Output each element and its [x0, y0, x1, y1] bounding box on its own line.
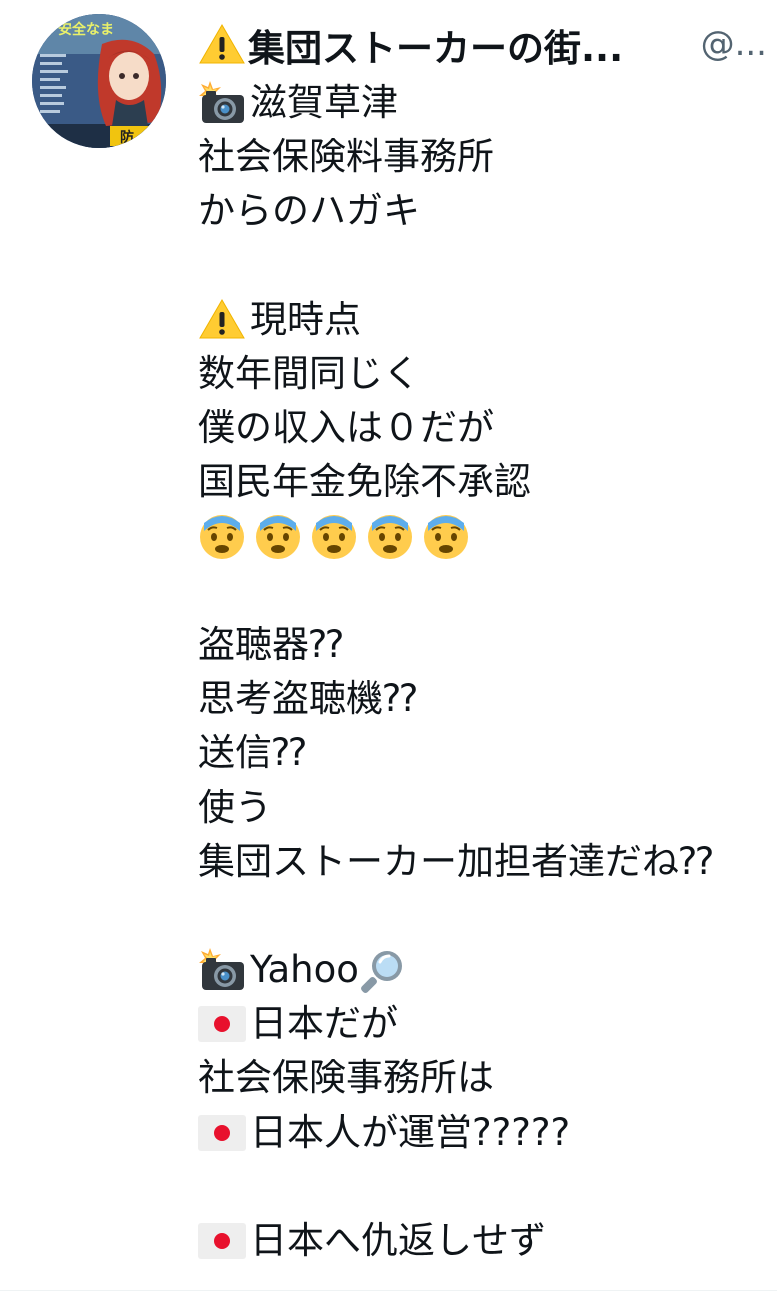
japan-flag-icon	[198, 1221, 246, 1261]
text-line: 滋賀草津	[198, 76, 773, 130]
avatar[interactable]: 安全なま 防	[32, 14, 166, 148]
text-line-content: 日本人が運営?????	[250, 1110, 571, 1154]
text-line: からのハガキ	[198, 184, 773, 238]
text-line-content: 盗聴器⁇	[198, 622, 344, 666]
text-line-content: 現時点	[250, 297, 361, 341]
tweet-text: 滋賀草津 社会保険料事務所 からのハガキ 現時点 数年間同じく 僕の収入は０だが	[198, 76, 773, 1268]
camera-flash-icon	[198, 79, 246, 127]
text-line-content: 日本だが	[250, 1002, 398, 1046]
japan-flag-icon	[198, 1113, 246, 1153]
tweet[interactable]: 安全なま 防 集団ストーカーの街... @... 滋賀草津 社会保険料事務所 か…	[0, 0, 777, 1296]
fearful-face-icon	[310, 513, 358, 561]
text-line-content: 送信⁇	[198, 731, 307, 775]
avatar-badge-text: 防	[120, 129, 134, 146]
display-name[interactable]: 集団ストーカーの街...	[198, 18, 643, 72]
text-line: 日本人が運営?????	[198, 1106, 773, 1160]
tweet-header: 集団ストーカーの街... @...	[198, 16, 773, 74]
emoji-row	[198, 510, 773, 564]
text-line: 国民年金免除不承認	[198, 455, 773, 509]
user-handle[interactable]: @...	[701, 24, 767, 64]
warning-icon	[198, 296, 246, 344]
text-line: 社会保険料事務所	[198, 130, 773, 184]
text-line: 現時点	[198, 293, 773, 347]
camera-flash-icon	[198, 946, 246, 994]
text-line-content: 数年間同じく	[198, 352, 420, 396]
text-line: 集団ストーカー加担者達だね⁇	[198, 835, 773, 889]
divider	[0, 1290, 777, 1291]
text-line-content: 社会保険料事務所	[198, 135, 494, 179]
fearful-face-icon	[198, 513, 246, 561]
warning-icon	[198, 21, 246, 69]
text-line: 社会保険事務所は	[198, 1051, 773, 1105]
magnifying-glass-icon	[359, 946, 407, 994]
fearful-face-icon	[422, 513, 470, 561]
text-line-content: 滋賀草津	[250, 81, 398, 125]
text-line-content: からのハガキ	[198, 189, 420, 233]
text-line-content: Yahoo	[250, 948, 359, 992]
text-line: 盗聴器⁇	[198, 618, 773, 672]
text-line-content: 使う	[198, 785, 272, 829]
japan-flag-icon	[198, 1004, 246, 1044]
text-line: 思考盗聴機⁇	[198, 672, 773, 726]
text-line-content: 僕の収入は０だが	[198, 406, 494, 450]
text-line: 数年間同じく	[198, 347, 773, 401]
text-line: 送信⁇	[198, 726, 773, 780]
text-line-content: 集団ストーカー加担者達だね⁇	[198, 839, 714, 883]
text-line-content: 日本へ仇返しせず	[250, 1219, 546, 1263]
display-name-text: 集団ストーカーの街...	[248, 27, 624, 70]
text-line: 使う	[198, 780, 773, 834]
text-line: 僕の収入は０だが	[198, 401, 773, 455]
text-line: 日本へ仇返しせず	[198, 1214, 773, 1268]
fearful-face-icon	[254, 513, 302, 561]
avatar-image: 安全なま 防	[32, 14, 166, 148]
avatar-banner-text: 安全なま	[58, 21, 114, 38]
text-line: Yahoo	[198, 943, 773, 997]
text-line-content: 社会保険事務所は	[198, 1056, 494, 1100]
text-line-content: 国民年金免除不承認	[198, 460, 531, 504]
text-line: 日本だが	[198, 997, 773, 1051]
fearful-face-icon	[366, 513, 414, 561]
text-line-content: 思考盗聴機⁇	[198, 677, 418, 721]
